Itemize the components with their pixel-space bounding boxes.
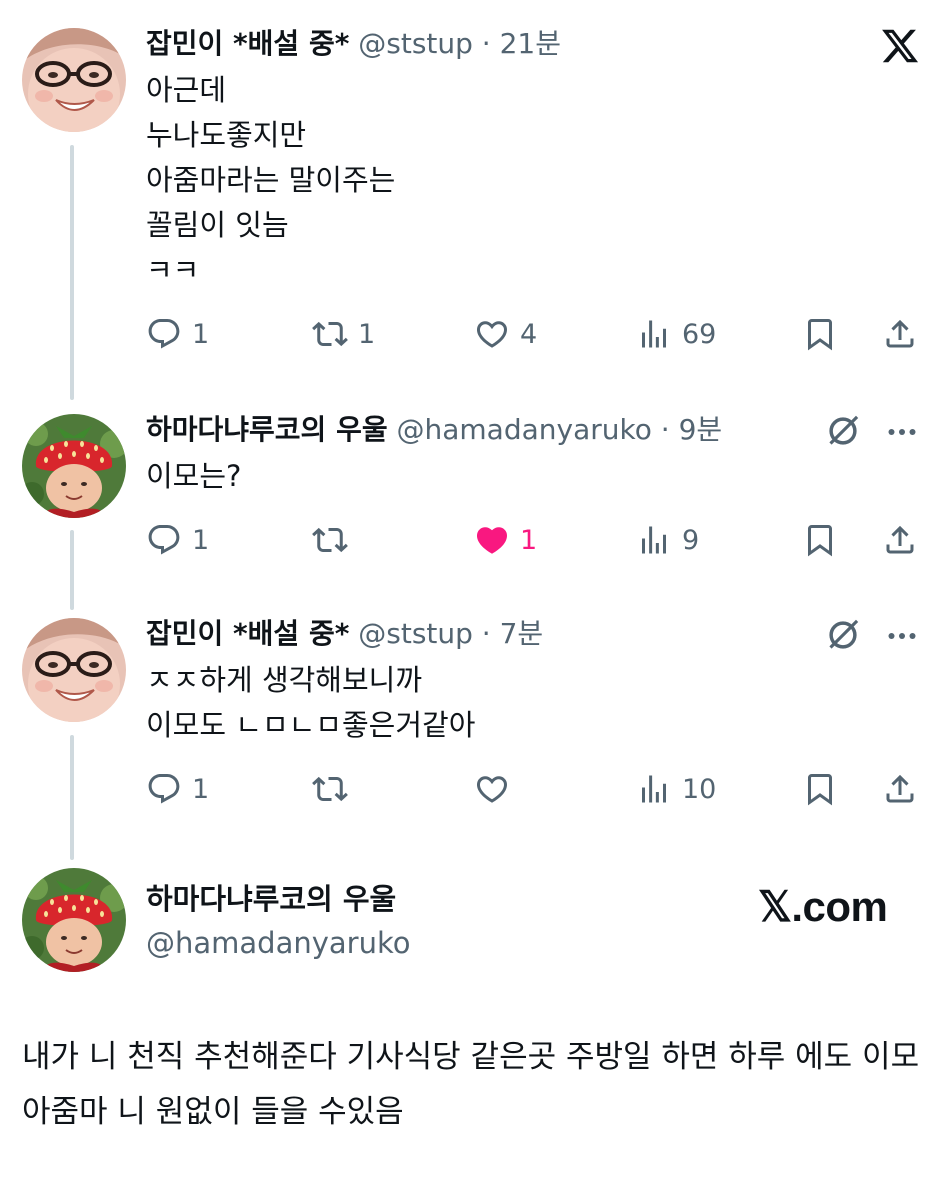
- bookmark-icon: [802, 771, 838, 807]
- tweet-header: 잡민이 *배설 중* @ststup · 7분: [146, 614, 543, 654]
- reply-count: 1: [192, 773, 210, 805]
- action-bar: 1 1 4 69: [146, 310, 922, 358]
- display-name[interactable]: 잡민이 *배설 중*: [146, 27, 349, 60]
- timestamp[interactable]: 21분: [500, 27, 561, 60]
- separator: ·: [472, 617, 500, 650]
- display-name[interactable]: 잡민이 *배설 중*: [146, 617, 349, 650]
- handle[interactable]: @hamadanyaruko: [397, 413, 652, 446]
- tweet-line: 누나도좋지만: [146, 118, 307, 152]
- share-button[interactable]: [882, 765, 918, 813]
- handle[interactable]: @ststup: [358, 617, 473, 650]
- like-button[interactable]: 4: [474, 310, 537, 358]
- handle[interactable]: @hamadanyaruko: [146, 922, 410, 964]
- bookmark-button[interactable]: [802, 516, 838, 564]
- tweet-text: 아근데 누나도좋지만 아줌마라는 말이주는 꼴림이 잇늠 ㅋㅋ: [146, 68, 395, 293]
- view-count: 9: [682, 524, 700, 556]
- reply-icon: [146, 316, 182, 352]
- views-icon: [636, 316, 672, 352]
- retweet-button[interactable]: [312, 765, 348, 813]
- tweet-text: ㅈㅈ하게 생각해보니까 이모도 ㄴㅁㄴㅁ좋은거같아: [146, 658, 475, 748]
- heart-icon: [474, 316, 510, 352]
- avatar[interactable]: [22, 618, 126, 722]
- bookmark-button[interactable]: [802, 310, 838, 358]
- heart-icon: [474, 771, 510, 807]
- thread-connector: [70, 145, 74, 400]
- bookmark-button[interactable]: [802, 765, 838, 813]
- timestamp[interactable]: 9분: [679, 413, 723, 446]
- reply-button[interactable]: 1: [146, 310, 209, 358]
- retweet-button[interactable]: [312, 516, 348, 564]
- retweet-button[interactable]: 1: [312, 310, 375, 358]
- views-button[interactable]: 9: [636, 516, 699, 564]
- tweet-text: 내가 니 천직 추천해준다 기사식당 같은곳 주방일 하면 하루 에도 이모 아…: [22, 1039, 920, 1130]
- more-icon[interactable]: [884, 618, 920, 654]
- thread-connector: [70, 735, 74, 860]
- tweet-line: 꼴림이 잇늠: [146, 208, 289, 242]
- reply-button[interactable]: 1: [146, 765, 209, 813]
- separator: ·: [472, 27, 500, 60]
- more-icon[interactable]: [884, 414, 920, 450]
- views-button[interactable]: 69: [636, 310, 716, 358]
- tweet-line: 이모도 ㄴㅁㄴㅁ좋은거같아: [146, 708, 476, 742]
- avatar[interactable]: [22, 28, 126, 132]
- handle[interactable]: @ststup: [358, 27, 473, 60]
- views-button[interactable]: 10: [636, 765, 716, 813]
- tweet-line: 아줌마라는 말이주는: [146, 163, 396, 197]
- bookmark-icon: [802, 522, 838, 558]
- reply-button[interactable]: 1: [146, 516, 209, 564]
- tweet-line: 이모는?: [146, 459, 242, 493]
- like-count: 4: [520, 318, 538, 350]
- grok-icon[interactable]: [824, 616, 862, 654]
- views-icon: [636, 522, 672, 558]
- tweet-line: ㅋㅋ: [146, 253, 200, 287]
- retweet-count: 1: [358, 318, 376, 350]
- tweet-text: 이모는?: [146, 454, 241, 499]
- bookmark-icon: [802, 316, 838, 352]
- view-count: 10: [682, 773, 717, 805]
- x-logo-icon: [882, 29, 919, 63]
- timestamp[interactable]: 7분: [500, 617, 544, 650]
- x-com-brand: 𝕏.com: [758, 883, 888, 930]
- retweet-icon: [312, 771, 348, 807]
- view-count: 69: [682, 318, 717, 350]
- share-icon: [882, 522, 918, 558]
- like-button[interactable]: 1: [474, 516, 537, 564]
- like-button[interactable]: [474, 765, 510, 813]
- tweet-header: 잡민이 *배설 중* @ststup · 21분: [146, 24, 561, 64]
- share-icon: [882, 316, 918, 352]
- avatar[interactable]: [22, 868, 126, 972]
- display-name[interactable]: 하마다냐루코의 우울: [146, 878, 396, 920]
- reply-count: 1: [192, 318, 210, 350]
- reply-icon: [146, 771, 182, 807]
- share-icon: [882, 771, 918, 807]
- action-bar: 1 10: [146, 765, 922, 813]
- retweet-icon: [312, 316, 348, 352]
- views-icon: [636, 771, 672, 807]
- tweet-line: 아근데: [146, 73, 227, 107]
- like-count: 1: [520, 524, 538, 556]
- reply-count: 1: [192, 524, 210, 556]
- avatar[interactable]: [22, 414, 126, 518]
- display-name[interactable]: 하마다냐루코의 우울: [146, 413, 388, 446]
- retweet-icon: [312, 522, 348, 558]
- grok-icon[interactable]: [824, 412, 862, 450]
- share-button[interactable]: [882, 516, 918, 564]
- share-button[interactable]: [882, 310, 918, 358]
- tweet-header: 하마다냐루코의 우울 @hamadanyaruko · 9분: [146, 410, 722, 450]
- reply-icon: [146, 522, 182, 558]
- thread-connector: [70, 530, 74, 610]
- tweet-line: ㅈㅈ하게 생각해보니까: [146, 663, 423, 697]
- separator: ·: [651, 413, 679, 446]
- heart-filled-icon: [474, 522, 510, 558]
- action-bar: 1 1 9: [146, 516, 922, 564]
